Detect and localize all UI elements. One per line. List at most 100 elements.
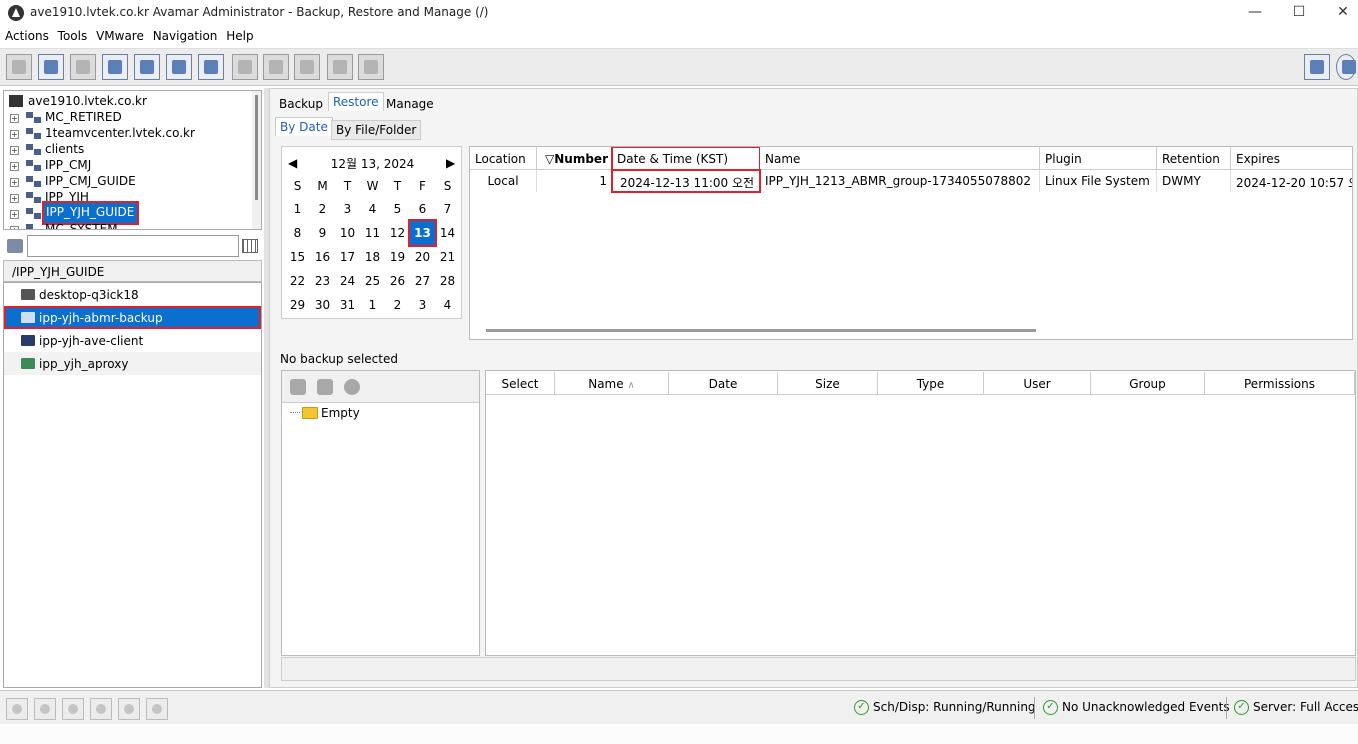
status-events[interactable]: ✓ No Unacknowledged Events [1043,700,1230,715]
cell-number[interactable]: 1 [537,170,612,192]
toolbar-cancel-icon[interactable] [358,54,384,80]
status-info-icon[interactable] [90,698,112,720]
column-header-name[interactable]: Name [760,147,1040,170]
column-header-user[interactable]: User [984,372,1091,395]
client-item-ipp-yjh-aproxy[interactable]: ipp_yjh_aproxy [4,352,261,375]
cell-location[interactable]: Local [470,170,537,192]
next-month-button[interactable]: ▶ [446,156,455,170]
status-sync-icon[interactable] [34,698,56,720]
column-header-select[interactable]: Select [486,372,555,395]
calendar-day[interactable]: 14 [435,221,460,245]
expand-icon[interactable]: + [10,178,19,187]
calendar-day[interactable]: 10 [335,221,360,245]
calendar-day[interactable]: 16 [310,245,335,269]
calendar-day[interactable]: 7 [435,197,460,221]
tab-backup[interactable]: Backup [275,95,327,113]
cell-plugin[interactable]: Linux File System [1040,170,1157,192]
calendar-day[interactable]: 3 [335,197,360,221]
tree-item-mc-retired[interactable]: + MC_RETIRED [4,110,254,126]
column-header-plugin[interactable]: Plugin [1040,147,1157,170]
calendar-day[interactable]: 9 [310,221,335,245]
refresh-icon[interactable] [1304,54,1330,80]
column-header-size[interactable]: Size [778,372,878,395]
calendar-day[interactable]: 17 [335,245,360,269]
calendar-day[interactable]: 21 [435,245,460,269]
calendar-day[interactable]: 29 [285,293,310,317]
tab-by-date[interactable]: By Date [275,117,333,136]
calendar-day[interactable]: 26 [385,269,410,293]
client-item-ipp-yjh-ave-client[interactable]: ipp-yjh-ave-client [4,329,261,352]
calendar-day[interactable]: 18 [360,245,385,269]
calendar-day[interactable]: 27 [410,269,435,293]
gear-icon[interactable] [344,379,360,395]
filter-icon[interactable] [7,239,23,253]
calendar-day[interactable]: 8 [285,221,310,245]
horizontal-scrollbar[interactable] [486,329,1036,332]
calendar-day[interactable]: 2 [385,293,410,317]
column-header-location[interactable]: Location [470,147,537,170]
select-all-icon[interactable] [290,379,306,395]
calendar-day[interactable]: 11 [360,221,385,245]
help-icon[interactable] [1336,54,1356,80]
menu-vmware[interactable]: VMware [91,27,144,43]
calendar-day[interactable]: 1 [360,293,385,317]
column-header-retention[interactable]: Retention [1157,147,1231,170]
calendar-day[interactable]: 6 [410,197,435,221]
calendar-day[interactable]: 23 [310,269,335,293]
column-header-number[interactable]: ▽Number [537,147,612,170]
menu-tools[interactable]: Tools [53,27,88,43]
calendar-day[interactable]: 19 [385,245,410,269]
cell-expires[interactable]: 2024-12-20 10:57 오전 [1231,170,1352,192]
menu-navigation[interactable]: Navigation [148,27,218,43]
status-log-icon[interactable] [118,698,140,720]
column-header-date-time[interactable]: Date & Time (KST) [611,147,761,171]
calendar-day[interactable]: 12 [385,221,410,245]
expand-icon[interactable]: + [10,226,19,229]
calendar-day[interactable]: 20 [410,245,435,269]
column-header-expires[interactable]: Expires [1231,147,1352,170]
tree-item-ipp-cmj-guide[interactable]: + IPP_CMJ_GUIDE [4,174,254,190]
toolbar-schedule-icon[interactable] [232,54,258,80]
minimize-button[interactable]: — [1233,2,1277,24]
toolbar-activity-icon[interactable] [102,54,128,80]
client-item-desktop-q3ick18[interactable]: desktop-q3ick18 [4,283,261,306]
column-header-permissions[interactable]: Permissions [1205,372,1355,395]
calendar-day[interactable]: 3 [410,293,435,317]
columns-icon[interactable] [242,239,258,253]
toolbar-server-icon[interactable] [6,54,32,80]
tree-scrollbar[interactable] [252,91,261,229]
tree-empty-node[interactable]: Empty [321,406,360,420]
close-button[interactable]: ✕ [1321,2,1358,24]
maximize-button[interactable]: ☐ [1277,2,1321,24]
menu-actions[interactable]: Actions [0,27,49,43]
expand-icon[interactable]: + [10,130,19,139]
add-icon[interactable] [317,379,333,395]
tree-item-clients[interactable]: + clients [4,142,254,158]
calendar-day[interactable]: 15 [285,245,310,269]
status-report-icon[interactable] [146,698,168,720]
calendar-day[interactable]: 2 [310,197,335,221]
toolbar-backup-restore-icon[interactable] [38,54,64,80]
expand-icon[interactable]: + [10,210,19,219]
tab-restore[interactable]: Restore [328,92,384,111]
expand-icon[interactable]: + [10,114,19,123]
client-search-input[interactable] [27,235,239,257]
toolbar-select-icon[interactable] [166,54,192,80]
status-user-icon[interactable] [62,698,84,720]
calendar-day[interactable]: 25 [360,269,385,293]
tab-manage[interactable]: Manage [382,95,438,113]
calendar-day[interactable]: 4 [435,293,460,317]
tree-item-1teamvcenter[interactable]: + 1teamvcenter.lvtek.co.kr [4,126,254,142]
toolbar-run-icon[interactable] [327,54,353,80]
tree-item-ipp-cmj[interactable]: + IPP_CMJ [4,158,254,174]
expand-icon[interactable]: + [10,162,19,171]
calendar-day-selected[interactable]: 13 [408,219,437,247]
column-header-type[interactable]: Type [878,372,984,395]
calendar-day[interactable]: 24 [335,269,360,293]
calendar-day[interactable]: 28 [435,269,460,293]
toolbar-history-icon[interactable] [263,54,289,80]
expand-icon[interactable]: + [10,194,19,203]
cell-retention[interactable]: DWMY [1157,170,1231,192]
toolbar-events-icon[interactable] [134,54,160,80]
tree-item-mc-system[interactable]: + MC_SYSTEM [4,222,254,229]
